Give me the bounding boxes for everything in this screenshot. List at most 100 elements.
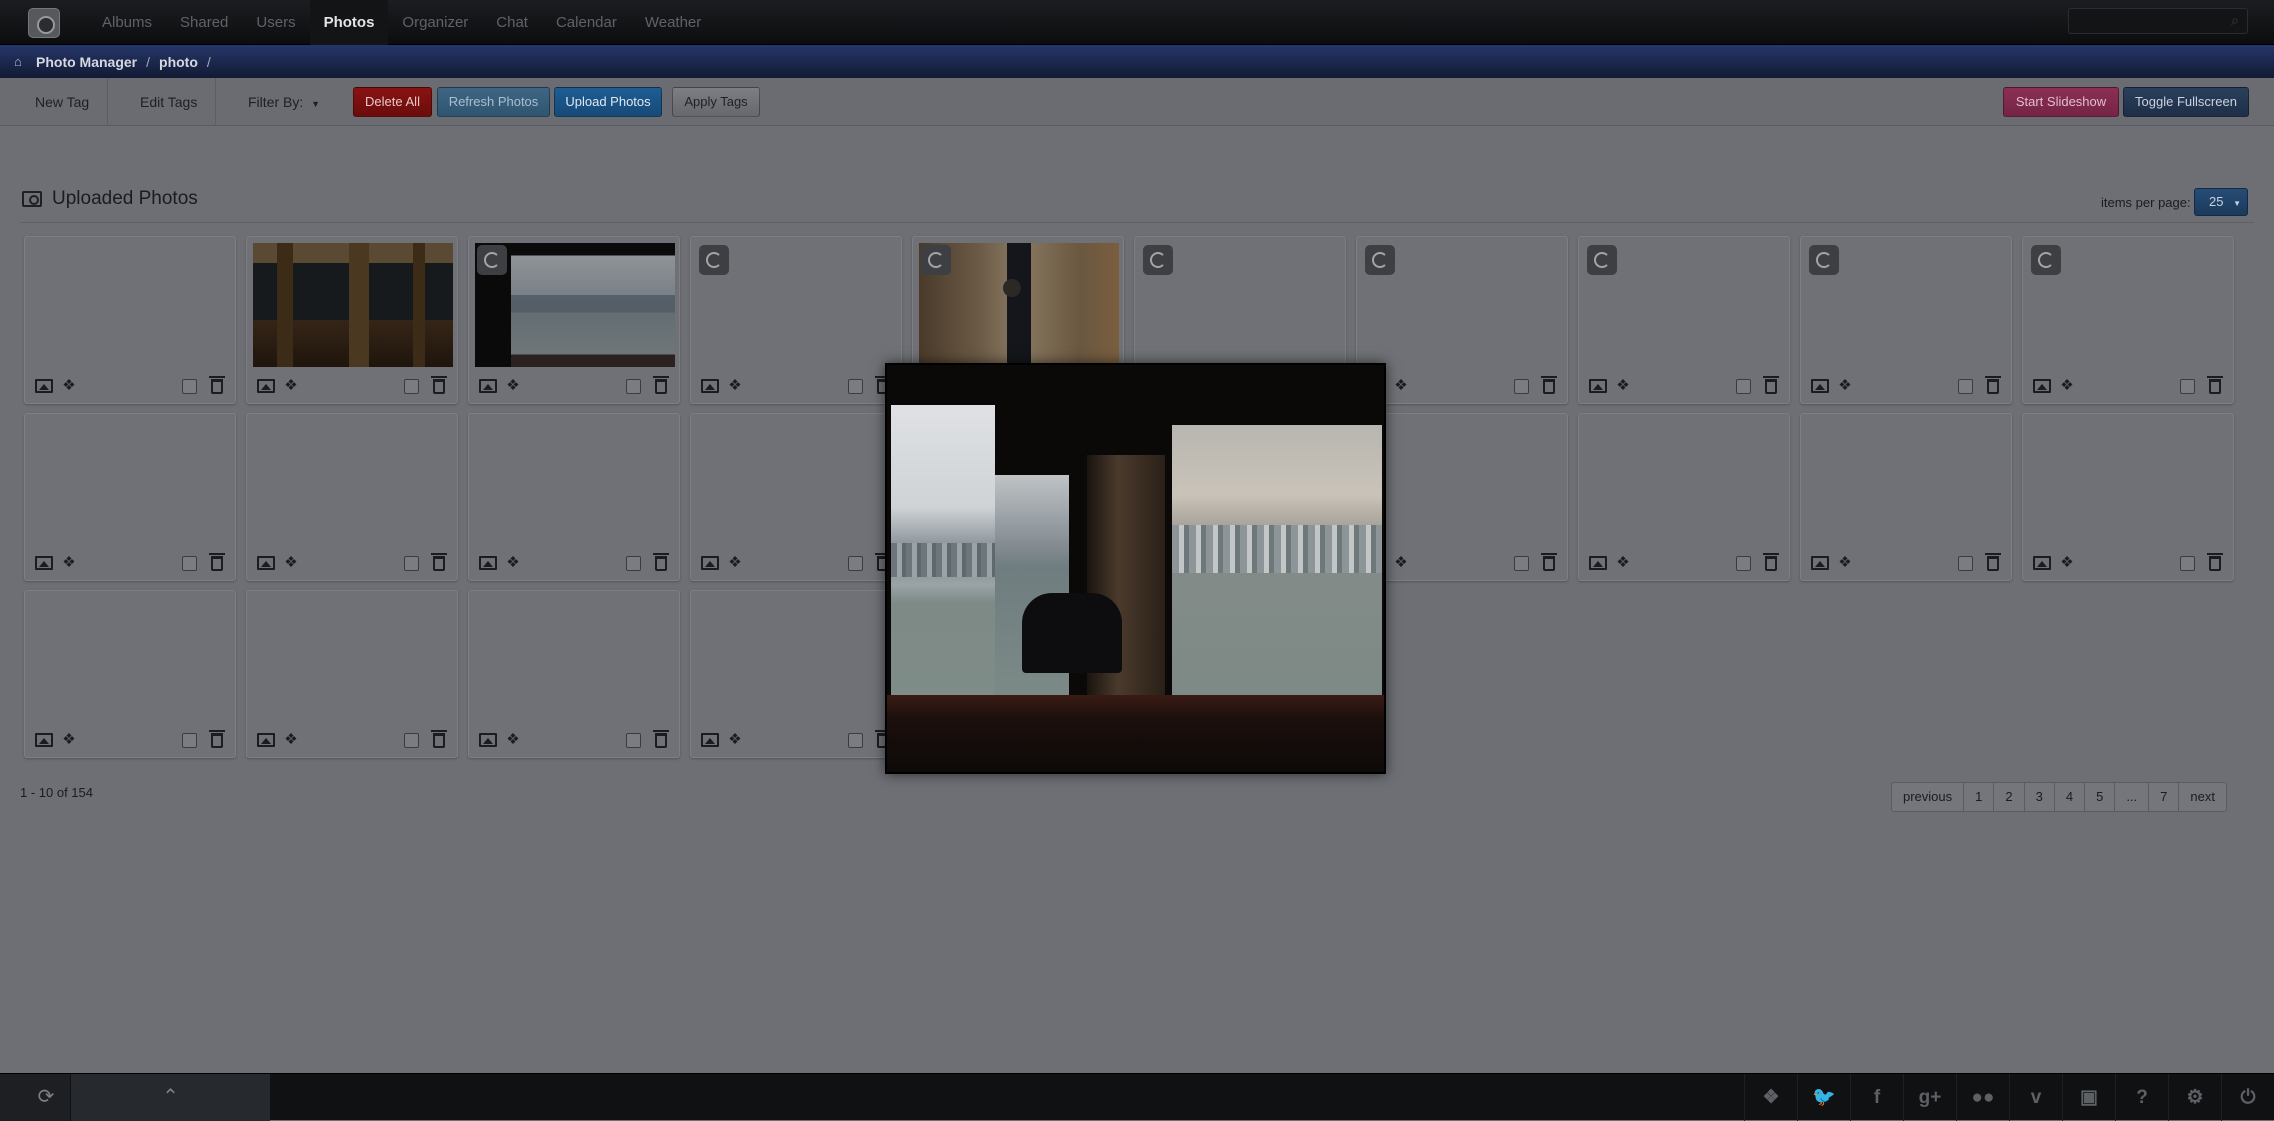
photo-card[interactable]: ❖ — [24, 236, 236, 404]
dropbox-icon[interactable]: ❖ — [1393, 378, 1409, 394]
select-checkbox[interactable] — [182, 379, 197, 394]
select-checkbox[interactable] — [848, 556, 863, 571]
nav-item-weather[interactable]: Weather — [631, 0, 715, 45]
trash-icon[interactable] — [1541, 376, 1557, 394]
photo-card[interactable]: ❖ — [1356, 413, 1568, 581]
dropbox-icon[interactable]: ❖ — [505, 378, 521, 394]
select-checkbox[interactable] — [182, 733, 197, 748]
photo-card[interactable]: ❖ — [2022, 413, 2234, 581]
flickr-icon[interactable]: ●● — [1956, 1074, 2009, 1121]
app-logo-icon[interactable] — [28, 8, 60, 38]
dropbox-icon[interactable]: ❖ — [283, 555, 299, 571]
nav-item-shared[interactable]: Shared — [166, 0, 242, 45]
image-icon[interactable] — [701, 733, 719, 747]
photo-card[interactable]: ❖ — [1356, 236, 1568, 404]
nav-item-photos[interactable]: Photos — [309, 0, 389, 45]
photo-card[interactable]: ❖ — [2022, 236, 2234, 404]
image-icon[interactable] — [479, 379, 497, 393]
select-checkbox[interactable] — [404, 556, 419, 571]
select-checkbox[interactable] — [848, 379, 863, 394]
trash-icon[interactable] — [209, 730, 225, 748]
image-icon[interactable] — [1589, 556, 1607, 570]
select-checkbox[interactable] — [182, 556, 197, 571]
trash-icon[interactable] — [209, 553, 225, 571]
help-icon[interactable]: ? — [2115, 1074, 2168, 1121]
trash-icon[interactable] — [653, 730, 669, 748]
pagination-page[interactable]: 5 — [2085, 783, 2116, 811]
new-tag-button[interactable]: New Tag — [17, 78, 109, 126]
photo-card[interactable]: ❖ — [468, 413, 680, 581]
trash-icon[interactable] — [1985, 553, 2001, 571]
select-checkbox[interactable] — [626, 733, 641, 748]
trash-icon[interactable] — [653, 553, 669, 571]
photo-thumbnail[interactable] — [253, 243, 453, 367]
search-input[interactable]: ⌕ — [2068, 8, 2248, 34]
select-checkbox[interactable] — [404, 733, 419, 748]
dropbox-icon[interactable]: ❖ — [283, 732, 299, 748]
trash-icon[interactable] — [1985, 376, 2001, 394]
photo-card[interactable]: ❖ — [1800, 413, 2012, 581]
select-checkbox[interactable] — [1514, 379, 1529, 394]
dropbox-icon[interactable]: ❖ — [2059, 555, 2075, 571]
select-checkbox[interactable] — [1736, 379, 1751, 394]
select-checkbox[interactable] — [1958, 556, 1973, 571]
photo-card[interactable]: ❖ — [468, 236, 680, 404]
image-icon[interactable] — [35, 556, 53, 570]
youtube-icon[interactable]: ▣ — [2062, 1074, 2115, 1121]
logout-icon[interactable]: ⏻ — [2221, 1074, 2274, 1121]
select-checkbox[interactable] — [626, 556, 641, 571]
photo-card[interactable]: ❖ — [24, 413, 236, 581]
nav-item-calendar[interactable]: Calendar — [542, 0, 631, 45]
photo-card[interactable]: ❖ — [246, 413, 458, 581]
trash-icon[interactable] — [2207, 553, 2223, 571]
image-icon[interactable] — [2033, 556, 2051, 570]
trash-icon[interactable] — [209, 376, 225, 394]
refresh-icon[interactable]: ⟳ — [26, 1074, 66, 1121]
trash-icon[interactable] — [1763, 553, 1779, 571]
upload-photos-button[interactable]: Upload Photos — [554, 87, 662, 117]
select-checkbox[interactable] — [1736, 556, 1751, 571]
image-icon[interactable] — [257, 379, 275, 393]
select-checkbox[interactable] — [1514, 556, 1529, 571]
delete-all-button[interactable]: Delete All — [353, 87, 432, 117]
dropbox-icon[interactable]: ❖ — [61, 378, 77, 394]
nav-item-albums[interactable]: Albums — [88, 0, 166, 45]
photo-card[interactable]: ❖ — [246, 590, 458, 758]
image-icon[interactable] — [35, 379, 53, 393]
breadcrumb-current[interactable]: photo — [159, 54, 198, 70]
photo-card[interactable]: ❖ — [1800, 236, 2012, 404]
photo-card[interactable]: ❖ — [690, 236, 902, 404]
image-icon[interactable] — [701, 556, 719, 570]
toggle-fullscreen-button[interactable]: Toggle Fullscreen — [2123, 87, 2249, 117]
dropbox-icon[interactable]: ❖ — [1837, 555, 1853, 571]
nav-item-users[interactable]: Users — [242, 0, 309, 45]
select-checkbox[interactable] — [404, 379, 419, 394]
nav-item-organizer[interactable]: Organizer — [388, 0, 482, 45]
select-checkbox[interactable] — [2180, 556, 2195, 571]
image-icon[interactable] — [257, 733, 275, 747]
image-icon[interactable] — [2033, 379, 2051, 393]
twitter-icon[interactable]: 🐦 — [1797, 1074, 1850, 1121]
image-icon[interactable] — [1589, 379, 1607, 393]
image-icon[interactable] — [479, 733, 497, 747]
items-per-page-dropdown[interactable]: 25 ▼ — [2194, 188, 2248, 216]
dropbox-icon[interactable]: ❖ — [1837, 378, 1853, 394]
pagination-page[interactable]: ... — [2115, 783, 2150, 811]
photo-card[interactable]: ❖ — [468, 590, 680, 758]
pagination-next[interactable]: next — [2179, 783, 2226, 811]
vimeo-icon[interactable]: v — [2009, 1074, 2062, 1121]
image-icon[interactable] — [479, 556, 497, 570]
pagination-page[interactable]: 3 — [2024, 783, 2055, 811]
dropbox-icon[interactable]: ❖ — [1744, 1074, 1797, 1121]
photo-card[interactable]: ❖ — [690, 590, 902, 758]
trash-icon[interactable] — [431, 553, 447, 571]
image-icon[interactable] — [701, 379, 719, 393]
photo-preview-overlay[interactable] — [885, 363, 1386, 774]
dropbox-icon[interactable]: ❖ — [61, 555, 77, 571]
dropbox-icon[interactable]: ❖ — [2059, 378, 2075, 394]
select-checkbox[interactable] — [626, 379, 641, 394]
facebook-icon[interactable]: f — [1850, 1074, 1903, 1121]
trash-icon[interactable] — [2207, 376, 2223, 394]
image-icon[interactable] — [257, 556, 275, 570]
settings-icon[interactable]: ⚙ — [2168, 1074, 2221, 1121]
